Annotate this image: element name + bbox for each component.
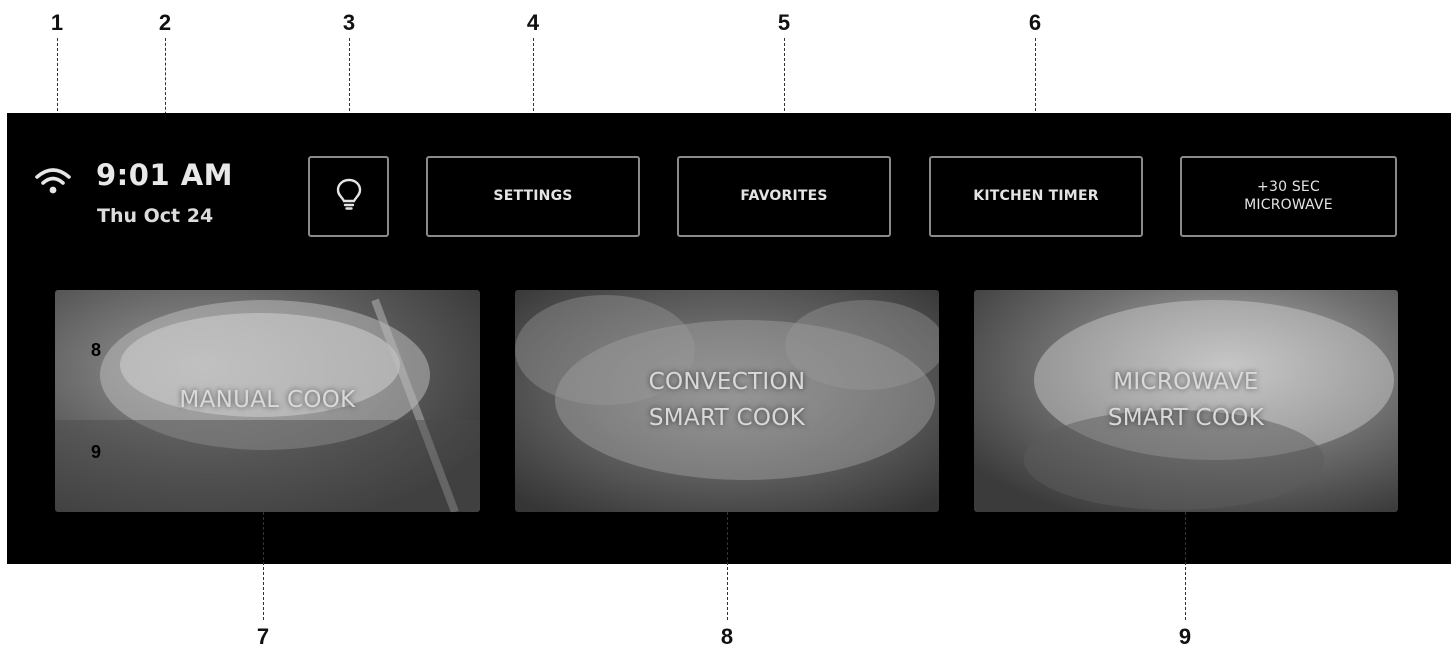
settings-button[interactable]: SETTINGS [426, 156, 640, 237]
callout-number-6: 6 [1028, 10, 1042, 35]
callout-number-5: 5 [777, 10, 791, 35]
callout-number-2: 2 [158, 10, 172, 35]
add-30-sec-microwave-button[interactable]: +30 SEC MICROWAVE [1180, 156, 1397, 237]
wifi-icon [33, 165, 73, 197]
microwave-smart-cook-label: MICROWAVE SMART COOK [1107, 369, 1265, 431]
microwave-smart-cook-tile[interactable]: MICROWAVE SMART COOK [974, 290, 1398, 512]
lightbulb-icon [334, 177, 364, 217]
manual-cook-label: MANUAL COOK [179, 387, 356, 414]
kitchen-timer-button[interactable]: KITCHEN TIMER [929, 156, 1143, 237]
convection-smart-cook-label: CONVECTION SMART COOK [648, 369, 806, 431]
callout-number-4: 4 [526, 10, 540, 35]
oven-light-button[interactable] [308, 156, 389, 237]
callout-number-9: 9 [1178, 624, 1192, 649]
inset-number-8: 8 [91, 340, 102, 360]
callout-number-3: 3 [342, 10, 356, 35]
callout-number-1: 1 [50, 10, 64, 35]
clock-time: 9:01 AM [96, 158, 234, 192]
favorites-button[interactable]: FAVORITES [677, 156, 891, 237]
inset-number-9: 9 [91, 442, 102, 462]
callout-number-8: 8 [720, 624, 734, 649]
leader-line-9 [1185, 512, 1186, 620]
clock-date: Thu Oct 24 [97, 205, 214, 227]
leader-line-8 [727, 512, 728, 620]
callout-number-7: 7 [256, 624, 270, 649]
convection-smart-cook-tile[interactable]: CONVECTION SMART COOK [515, 290, 939, 512]
manual-cook-tile[interactable]: MANUAL COOK [55, 290, 480, 512]
leader-line-7 [263, 512, 264, 620]
